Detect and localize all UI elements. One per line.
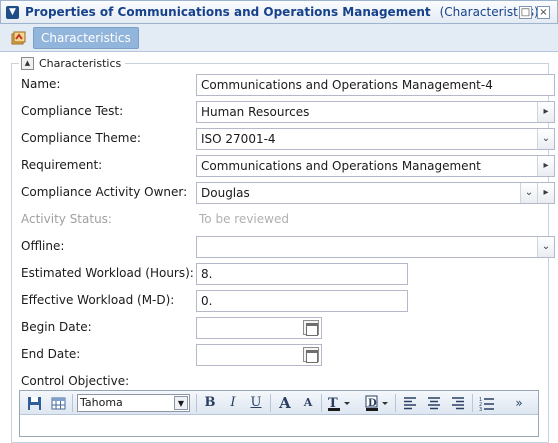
effective-workload-field[interactable]: 0. [196, 290, 408, 312]
activity-status-row: Activity Status: To be reviewed [21, 209, 551, 229]
editor-toolbar: Tahoma ▼ B I U A A T D 1 2 3 » [20, 391, 538, 415]
font-family-value: Tahoma [80, 396, 123, 409]
estimated-workload-label: Estimated Workload (Hours): [21, 266, 194, 280]
properties-toolbar: Characteristics [0, 24, 558, 52]
svg-text:3: 3 [479, 407, 482, 411]
close-icon[interactable]: × [537, 6, 550, 19]
object-type-icon [11, 30, 27, 46]
toolbar-separator [270, 394, 271, 412]
save-icon[interactable] [26, 394, 42, 412]
compliance-test-field[interactable]: Human Resources ▸ [196, 101, 555, 123]
control-objective-label: Control Objective: [21, 374, 130, 388]
activity-status-label: Activity Status: [21, 212, 112, 226]
italic-button[interactable]: I [225, 394, 241, 412]
offline-row: Offline: ⌄ [21, 236, 555, 258]
compliance-theme-select[interactable]: ISO 27001-4 ⌄ [196, 128, 555, 150]
shrink-font-button[interactable]: A [300, 394, 316, 412]
requirement-field[interactable]: Communications and Operations Management… [196, 155, 555, 177]
underline-button[interactable]: U [248, 394, 264, 412]
name-field[interactable]: Communications and Operations Management… [196, 74, 555, 96]
compliance-test-label: Compliance Test: [21, 104, 124, 118]
section-legend: ▲ Characteristics [19, 56, 126, 70]
chevron-down-icon[interactable]: ⌄ [537, 237, 554, 257]
tab-characteristics[interactable]: Characteristics [33, 26, 139, 49]
begin-date-field[interactable] [196, 317, 322, 339]
end-date-label: End Date: [21, 347, 81, 361]
requirement-label: Requirement: [21, 158, 103, 172]
navigate-arrow-icon[interactable]: ▸ [537, 102, 554, 122]
navigate-arrow-icon[interactable]: ▸ [537, 183, 554, 203]
owner-row: Compliance Activity Owner: Douglas ⌄ ▸ [21, 182, 555, 204]
offline-select[interactable]: ⌄ [196, 236, 555, 258]
end-date-field[interactable] [196, 344, 322, 366]
toolbar-separator [395, 394, 396, 412]
offline-label: Offline: [21, 239, 65, 253]
compliance-test-row: Compliance Test: Human Resources ▸ [21, 101, 555, 123]
estimated-workload-field[interactable]: 8. [196, 263, 408, 285]
align-center-icon[interactable] [425, 394, 443, 412]
align-right-icon[interactable] [449, 394, 467, 412]
control-objective-row: Control Objective: [21, 371, 551, 391]
compliance-theme-label: Compliance Theme: [21, 131, 141, 145]
more-tools-button[interactable]: » [510, 394, 528, 412]
section-legend-label: Characteristics [39, 56, 122, 70]
name-label: Name: [21, 77, 61, 91]
numbered-list-icon[interactable]: 1 2 3 [478, 394, 496, 413]
effective-workload-label: Effective Workload (M-D): [21, 293, 175, 307]
chevron-down-icon[interactable]: ⌄ [537, 129, 554, 149]
calendar-icon[interactable] [303, 320, 319, 336]
owner-label: Compliance Activity Owner: [21, 185, 188, 199]
chevron-down-icon[interactable]: ⌄ [520, 183, 537, 203]
toolbar-separator [196, 394, 197, 412]
compliance-test-value: Human Resources [201, 105, 310, 119]
align-left-icon[interactable] [401, 394, 419, 412]
collapse-section-icon[interactable]: ▲ [21, 56, 34, 70]
end-date-row: End Date: [21, 344, 551, 366]
text-color-icon[interactable]: T [326, 394, 352, 412]
chevron-down-icon[interactable]: ▼ [174, 396, 188, 410]
toolbar-separator [321, 394, 322, 412]
navigate-arrow-icon[interactable]: ▸ [537, 156, 554, 176]
owner-select[interactable]: Douglas ⌄ ▸ [196, 182, 555, 204]
control-objective-editor[interactable]: Tahoma ▼ B I U A A T D 1 2 3 » [19, 390, 539, 437]
begin-date-label: Begin Date: [21, 320, 92, 334]
estimated-workload-row: Estimated Workload (Hours): 8. [21, 263, 551, 285]
begin-date-row: Begin Date: [21, 317, 551, 339]
owner-value: Douglas [201, 186, 250, 200]
toolbar-separator [72, 394, 73, 412]
font-family-select[interactable]: Tahoma ▼ [77, 394, 190, 412]
requirement-row: Requirement: Communications and Operatio… [21, 155, 555, 177]
requirement-value: Communications and Operations Management [201, 159, 481, 173]
bold-button[interactable]: B [202, 394, 218, 412]
window-titlebar: ▼ Properties of Communications and Opera… [0, 0, 558, 24]
highlight-color-icon[interactable]: D [364, 394, 390, 412]
compliance-theme-value: ISO 27001-4 [201, 132, 276, 146]
restore-icon[interactable]: □ [519, 6, 532, 19]
effective-workload-row: Effective Workload (M-D): 0. [21, 290, 551, 312]
chevron-down-icon[interactable]: ▼ [6, 5, 19, 19]
table-icon[interactable] [50, 394, 66, 412]
grow-font-button[interactable]: A [275, 394, 295, 412]
toolbar-separator [472, 394, 473, 412]
name-row: Name: Communications and Operations Mana… [21, 74, 555, 96]
svg-text:D: D [368, 398, 377, 409]
activity-status-value: To be reviewed [199, 212, 289, 226]
window-title: Properties of Communications and Operati… [25, 5, 431, 19]
compliance-theme-row: Compliance Theme: ISO 27001-4 ⌄ [21, 128, 555, 150]
calendar-icon[interactable] [303, 347, 319, 363]
